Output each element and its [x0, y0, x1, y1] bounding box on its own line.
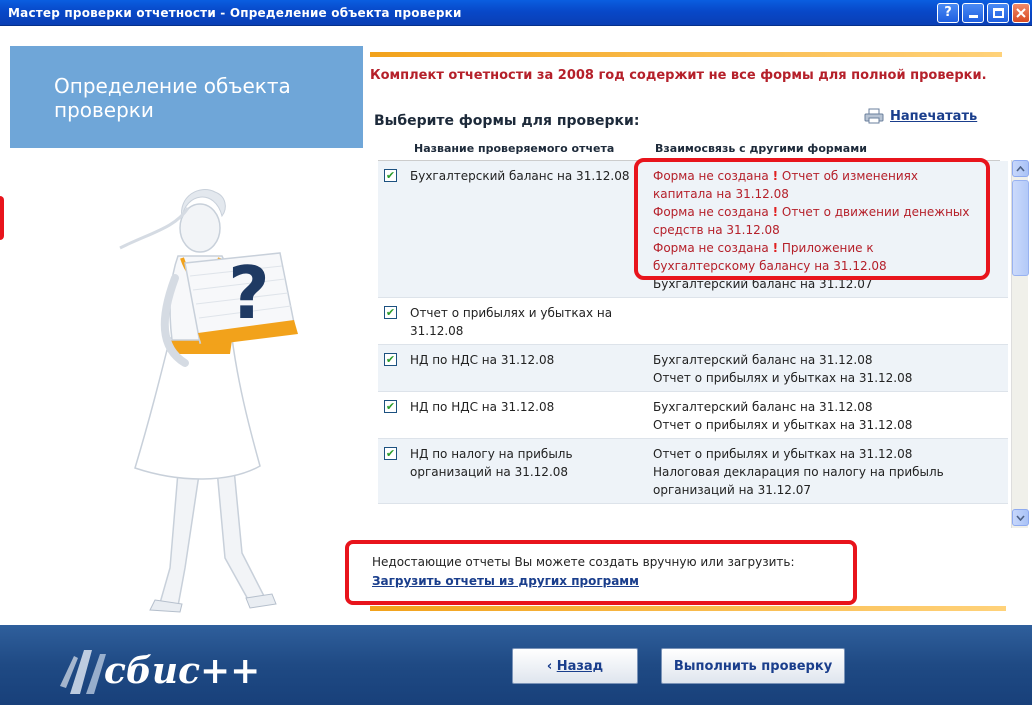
form-checkbox[interactable]: ✔	[384, 353, 397, 366]
relation-missing: Форма не создана ! Приложение к бухгалте…	[653, 241, 887, 273]
table-row: ✔ НД по НДС на 31.12.08 Бухгалтерский ба…	[378, 392, 1008, 439]
relation-ok: Бухгалтерский баланс на 31.12.08	[653, 353, 873, 367]
step-title-line1: Определение объекта	[54, 74, 291, 98]
scroll-down-button[interactable]	[1012, 509, 1029, 526]
relations-cell: Бухгалтерский баланс на 31.12.08 Отчет о…	[653, 351, 973, 387]
help-button[interactable]: ?	[937, 2, 959, 23]
relations-cell: Бухгалтерский баланс на 31.12.08 Отчет о…	[653, 398, 973, 434]
relation-ok: Отчет о прибылях и убытках на 31.12.08	[653, 418, 913, 432]
column-header-report-name: Название проверяемого отчета	[414, 142, 615, 155]
edge-highlight-mark	[0, 196, 4, 240]
choose-forms-label: Выберите формы для проверки:	[374, 113, 640, 129]
window-title: Мастер проверки отчетности - Определение…	[8, 5, 462, 20]
window-controls: ?	[937, 2, 1032, 23]
step-title-line2: проверки	[54, 98, 154, 122]
relation-missing: Форма не создана ! Отчет о движении дене…	[653, 205, 970, 237]
chevron-down-icon	[1016, 514, 1025, 521]
print-link[interactable]: Напечатать	[864, 108, 977, 124]
illustration: ?	[10, 148, 363, 614]
table-row: ✔ НД по налогу на прибыль организаций на…	[378, 439, 1008, 504]
title-bar: Мастер проверки отчетности - Определение…	[0, 0, 1032, 26]
relation-ok: Отчет о прибылях и убытках на 31.12.08	[653, 447, 913, 461]
report-name: Бухгалтерский баланс на 31.12.08	[410, 169, 630, 183]
report-name: НД по НДС на 31.12.08	[410, 353, 555, 367]
relation-ok: Отчет о прибылях и убытках на 31.12.08	[653, 371, 913, 385]
bottom-accent-bar	[370, 606, 1006, 611]
form-checkbox[interactable]: ✔	[384, 447, 397, 460]
back-label: Назад	[556, 658, 604, 674]
scroll-up-button[interactable]	[1012, 160, 1029, 177]
scroll-thumb[interactable]	[1012, 180, 1029, 276]
forms-table-header: Название проверяемого отчета Взаимосвязь…	[378, 137, 1000, 161]
relation-missing: Форма не создана ! Отчет об изменениях к…	[653, 169, 918, 201]
relation-ok: Бухгалтерский баланс на 31.12.07	[653, 277, 873, 291]
svg-text:?: ?	[228, 251, 270, 335]
minimize-icon	[968, 15, 978, 18]
step-title-panel: Определение объекта проверки	[10, 46, 363, 148]
forms-list[interactable]: ✔ Бухгалтерский баланс на 31.12.08 Форма…	[378, 161, 1008, 527]
form-checkbox[interactable]: ✔	[384, 400, 397, 413]
table-row: ✔ Отчет о прибылях и убытках на 31.12.08	[378, 298, 1008, 345]
form-checkbox[interactable]: ✔	[384, 169, 397, 182]
form-checkbox[interactable]: ✔	[384, 306, 397, 319]
printer-icon	[864, 108, 884, 124]
back-chevron-icon: ‹	[546, 658, 557, 674]
report-name: НД по НДС на 31.12.08	[410, 400, 555, 414]
exclamation-icon: !	[772, 205, 779, 219]
report-name: Отчет о прибылях и убытках на 31.12.08	[410, 306, 613, 338]
exclamation-icon: !	[772, 169, 779, 183]
maximize-button[interactable]	[987, 2, 1009, 23]
table-row: ✔ НД по НДС на 31.12.08 Бухгалтерский ба…	[378, 345, 1008, 392]
warning-message: Комплект отчетности за 2008 год содержит…	[370, 68, 987, 83]
exclamation-icon: !	[772, 241, 779, 255]
relation-ok: Налоговая декларация по налогу на прибыл…	[653, 465, 944, 497]
relations-cell: Отчет о прибылях и убытках на 31.12.08 Н…	[653, 445, 973, 499]
missing-reports-note: Недостающие отчеты Вы можете создать вру…	[372, 555, 795, 569]
logo-text: сбис++	[104, 650, 261, 692]
minimize-button[interactable]	[962, 2, 984, 23]
back-button[interactable]: ‹ Назад	[512, 648, 638, 684]
highlight-load-reports	[345, 540, 857, 605]
sbis-logo: сбис++	[40, 644, 280, 698]
chevron-up-icon	[1016, 165, 1025, 172]
print-label: Напечатать	[890, 108, 978, 124]
column-header-relations: Взаимосвязь с другими формами	[655, 142, 867, 155]
table-row: ✔ Бухгалтерский баланс на 31.12.08 Форма…	[378, 161, 1008, 298]
close-icon	[1016, 7, 1026, 18]
load-reports-link[interactable]: Загрузить отчеты из других программ	[372, 574, 639, 588]
maximize-icon	[992, 7, 1004, 18]
relations-cell	[653, 304, 973, 340]
close-button[interactable]	[1012, 2, 1030, 23]
top-accent-bar	[370, 52, 1002, 57]
relations-cell: Форма не создана ! Отчет об изменениях к…	[653, 167, 973, 293]
run-check-button[interactable]: Выполнить проверку	[661, 648, 845, 684]
woman-with-documents-illustration: ?	[119, 189, 298, 613]
forms-list-scrollbar[interactable]	[1011, 160, 1029, 528]
relation-ok: Бухгалтерский баланс на 31.12.08	[653, 400, 873, 414]
report-name: НД по налогу на прибыль организаций на 3…	[410, 447, 573, 479]
